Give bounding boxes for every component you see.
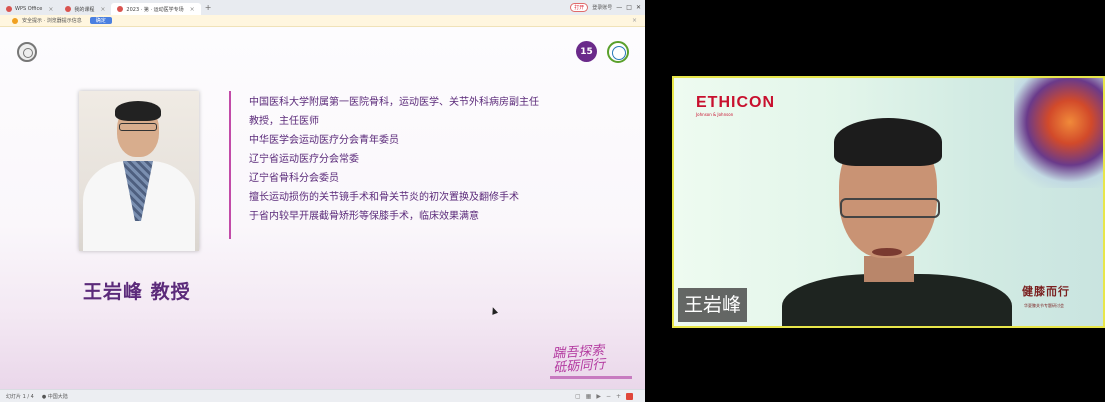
open-app-button[interactable]: 打开	[570, 3, 589, 12]
knee-graphic	[1014, 78, 1103, 188]
tab-label: 我的课程	[74, 6, 95, 13]
statusbar-controls: ▢ ▦ ▶ − +	[575, 392, 645, 400]
speaker-bio: 中国医科大学附属第一医院骨科，运动医学、关节外科病房副主任 教授，主任医师 中华…	[249, 93, 579, 226]
view-icon[interactable]: ▢	[575, 393, 581, 400]
bio-line: 中国医科大学附属第一医院骨科，运动医学、关节外科病房副主任	[249, 97, 539, 108]
record-icon[interactable]	[626, 392, 633, 400]
page-icon	[65, 6, 72, 12]
play-icon[interactable]: ▶	[596, 393, 601, 400]
bio-line: 擅长运动损伤的关节镜手术和骨关节炎的初次置换及翻修手术	[249, 192, 519, 203]
maximize-button[interactable]: □	[626, 4, 632, 11]
speaker-photo	[79, 91, 199, 251]
speaker-body	[782, 274, 1012, 326]
notification-close-button[interactable]: ×	[632, 17, 637, 24]
grid-icon[interactable]: ▦	[586, 393, 592, 400]
screen: WPS Office × 我的课程 × 2023 · 第 · 运动医学专场 × …	[0, 0, 1105, 402]
glasses-icon	[840, 198, 940, 218]
wps-icon	[6, 6, 12, 12]
tab-courses[interactable]: 我的课程 ×	[59, 3, 111, 15]
login-button[interactable]: 登录账号	[592, 4, 612, 11]
bayer-logo	[607, 41, 629, 63]
zoom-in-icon[interactable]: +	[616, 393, 621, 400]
status-bar: 幻灯片 1 / 4 ● 中国大陆 ▢ ▦ ▶ − +	[0, 389, 645, 402]
calligraphy-underline	[550, 376, 632, 379]
new-tab-button[interactable]: +	[205, 3, 212, 12]
zoom-out-icon[interactable]: −	[606, 393, 611, 400]
mouse-cursor-icon	[489, 306, 499, 315]
warning-icon	[12, 17, 18, 24]
page-icon	[117, 6, 124, 12]
speaker-name-title: 王岩峰 教授	[83, 281, 191, 303]
close-window-button[interactable]: ✕	[636, 4, 641, 11]
status-text: ● 中国大陆	[41, 393, 68, 400]
tab-wps[interactable]: WPS Office ×	[0, 3, 59, 15]
bio-line: 于省内较早开展截骨矫形等保膝手术，临床效果满意	[249, 211, 479, 222]
presentation-slide: 15 中国医科大学附属第一医院骨科，运动医学、关节外科病房副主任 教授，主任医师…	[0, 27, 645, 389]
browser-window: WPS Office × 我的课程 × 2023 · 第 · 运动医学专场 × …	[0, 0, 645, 402]
notification-button[interactable]: 确定	[89, 17, 112, 24]
anniversary-logo: 15	[576, 41, 597, 62]
bio-line: 辽宁省骨科分会委员	[249, 173, 339, 184]
close-icon[interactable]: ×	[48, 6, 53, 13]
tab-label: WPS Office	[15, 6, 43, 12]
notification-text: 安全提示 · 浏览器提示信息	[22, 18, 82, 24]
speaker-video: ETHICON Johnson & Johnson 健膝而行 华夏膝关节专题研讨…	[672, 76, 1105, 328]
tab-bar: WPS Office × 我的课程 × 2023 · 第 · 运动医学专场 × …	[0, 0, 645, 15]
speaker-name-label: 王岩峰	[678, 288, 748, 322]
close-icon[interactable]: ×	[100, 6, 105, 13]
divider-line	[229, 91, 231, 239]
ethicon-logo: ETHICON	[696, 94, 775, 111]
minimize-button[interactable]: —	[616, 4, 622, 11]
event-slogan: 健膝而行	[1022, 285, 1070, 298]
close-icon[interactable]: ×	[190, 6, 195, 13]
bio-line: 教授，主任医师	[249, 116, 319, 127]
notification-bar: 安全提示 · 浏览器提示信息 确定 ×	[0, 15, 645, 27]
calligraphy-line: 砥砺同行	[552, 357, 606, 376]
university-seal-logo	[17, 42, 37, 62]
page-indicator: 幻灯片 1 / 4	[6, 393, 34, 400]
jnj-logo: Johnson & Johnson	[696, 112, 734, 117]
event-subtitle: 华夏膝关节专题研讨会	[1024, 303, 1064, 308]
tab-presentation[interactable]: 2023 · 第 · 运动医学专场 ×	[111, 3, 201, 15]
bio-line: 辽宁省运动医疗分会常委	[249, 154, 359, 165]
titlebar-right: 打开 登录账号 — □ ✕	[570, 3, 645, 12]
bio-line: 中华医学会运动医疗分会青年委员	[249, 135, 399, 146]
tab-label: 2023 · 第 · 运动医学专场	[126, 6, 184, 13]
